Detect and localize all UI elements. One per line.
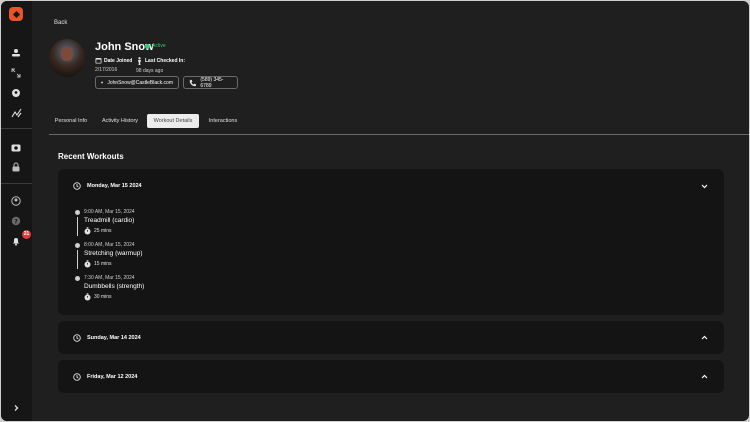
workout-day-date: Monday, Mar 15 2024 bbox=[87, 182, 142, 189]
status-dot-icon bbox=[145, 43, 150, 49]
back-link[interactable]: Back bbox=[54, 20, 67, 26]
clock-icon bbox=[73, 372, 81, 381]
status-label: Active bbox=[152, 43, 166, 49]
tab-workout-details[interactable]: Workout Details bbox=[147, 114, 199, 128]
camera-icon[interactable] bbox=[8, 139, 24, 155]
sidebar: ? 21 bbox=[1, 1, 32, 421]
dashboard-icon[interactable] bbox=[8, 45, 24, 61]
workout-day-header[interactable]: Friday, Mar 12 2024 bbox=[73, 360, 137, 393]
workout-duration-text: 25 mins bbox=[94, 228, 112, 234]
date-joined: Date Joined 2/17/2016 bbox=[95, 57, 133, 74]
calendar-icon bbox=[95, 58, 102, 64]
chevron-down-icon[interactable] bbox=[699, 181, 709, 191]
timeline-dot bbox=[75, 276, 80, 281]
workout-name: Dumbbells (strength) bbox=[84, 283, 145, 290]
user-icon[interactable] bbox=[8, 193, 24, 209]
mail-icon bbox=[101, 81, 104, 84]
notification-badge: 21 bbox=[22, 230, 31, 239]
workout-duration: 15 mins bbox=[84, 260, 112, 268]
workout-day-card: Monday, Mar 15 2024 9:00 AM, Mar 15, 202… bbox=[58, 169, 724, 315]
avatar bbox=[49, 39, 85, 77]
chevron-right-icon[interactable] bbox=[8, 400, 24, 416]
workout-day-card: Sunday, Mar 14 2024 bbox=[58, 321, 724, 354]
workout-duration: 25 mins bbox=[84, 227, 112, 235]
location-icon[interactable] bbox=[8, 85, 24, 101]
phone-icon bbox=[189, 79, 197, 86]
email-text: JohnSnow@CastleBlack.com bbox=[107, 79, 173, 86]
tab-personal-info[interactable]: Personal Info bbox=[54, 114, 88, 128]
workout-time: 9:00 AM, Mar 15, 2024 bbox=[84, 209, 135, 215]
chevron-up-icon[interactable] bbox=[699, 332, 709, 342]
last-checked-label: Last Checked In: bbox=[145, 58, 186, 64]
help-icon[interactable]: ? bbox=[8, 213, 24, 229]
workout-name: Treadmill (cardio) bbox=[84, 217, 135, 224]
workout-duration-text: 15 mins bbox=[94, 261, 112, 267]
chevron-up-icon[interactable] bbox=[699, 371, 709, 381]
app-window: ? 21 Back John Snow Active Date Joined 2… bbox=[1, 1, 749, 421]
workout-time: 7:30 AM, Mar 15, 2024 bbox=[84, 275, 135, 281]
workout-time: 8:00 AM, Mar 15, 2024 bbox=[84, 242, 135, 248]
workout-duration-text: 30 mins bbox=[94, 294, 112, 300]
workout-day-header[interactable]: Sunday, Mar 14 2024 bbox=[73, 321, 141, 354]
stopwatch-icon bbox=[84, 260, 91, 268]
svg-text:?: ? bbox=[14, 218, 18, 225]
workout-day-header[interactable]: Monday, Mar 15 2024 bbox=[73, 169, 142, 202]
timeline-dot bbox=[75, 243, 80, 248]
tab-activity-history[interactable]: Activity History bbox=[101, 114, 139, 128]
timeline-line bbox=[77, 250, 78, 269]
logo-icon[interactable] bbox=[9, 7, 23, 21]
timeline-dot bbox=[75, 210, 80, 215]
status-badge: Active bbox=[145, 43, 166, 49]
analytics-icon[interactable] bbox=[8, 105, 24, 121]
last-checked-value: 98 days ago bbox=[136, 68, 164, 74]
clock-icon bbox=[73, 333, 81, 342]
stopwatch-icon bbox=[84, 293, 91, 301]
stopwatch-icon bbox=[84, 227, 91, 235]
tab-interactions[interactable]: Interactions bbox=[207, 114, 239, 128]
date-joined-value: 2/17/2016 bbox=[95, 67, 118, 73]
email-button[interactable]: JohnSnow@CastleBlack.com bbox=[95, 76, 179, 89]
workout-duration: 30 mins bbox=[84, 293, 112, 301]
date-joined-label: Date Joined bbox=[104, 57, 133, 64]
expand-icon[interactable] bbox=[8, 65, 24, 81]
phone-button[interactable]: (589) 345-6789 bbox=[183, 76, 238, 89]
workout-name: Stretching (warmup) bbox=[84, 250, 143, 257]
workout-day-card: Friday, Mar 12 2024 bbox=[58, 360, 724, 393]
workout-day-date: Sunday, Mar 14 2024 bbox=[87, 334, 141, 341]
last-checked-in: Last Checked In: 98 days ago bbox=[136, 57, 185, 74]
checkin-person-icon bbox=[138, 57, 141, 65]
lock-icon[interactable] bbox=[8, 159, 24, 175]
tab-divider bbox=[49, 134, 749, 135]
recent-workouts-title: Recent Workouts bbox=[58, 152, 124, 161]
bell-icon[interactable]: 21 bbox=[8, 230, 31, 249]
workout-day-date: Friday, Mar 12 2024 bbox=[87, 373, 138, 380]
phone-text: (589) 345-6789 bbox=[200, 76, 224, 89]
clock-icon bbox=[73, 181, 81, 190]
main-content: Back John Snow Active Date Joined 2/17/2… bbox=[32, 1, 749, 421]
timeline-line bbox=[77, 217, 78, 236]
